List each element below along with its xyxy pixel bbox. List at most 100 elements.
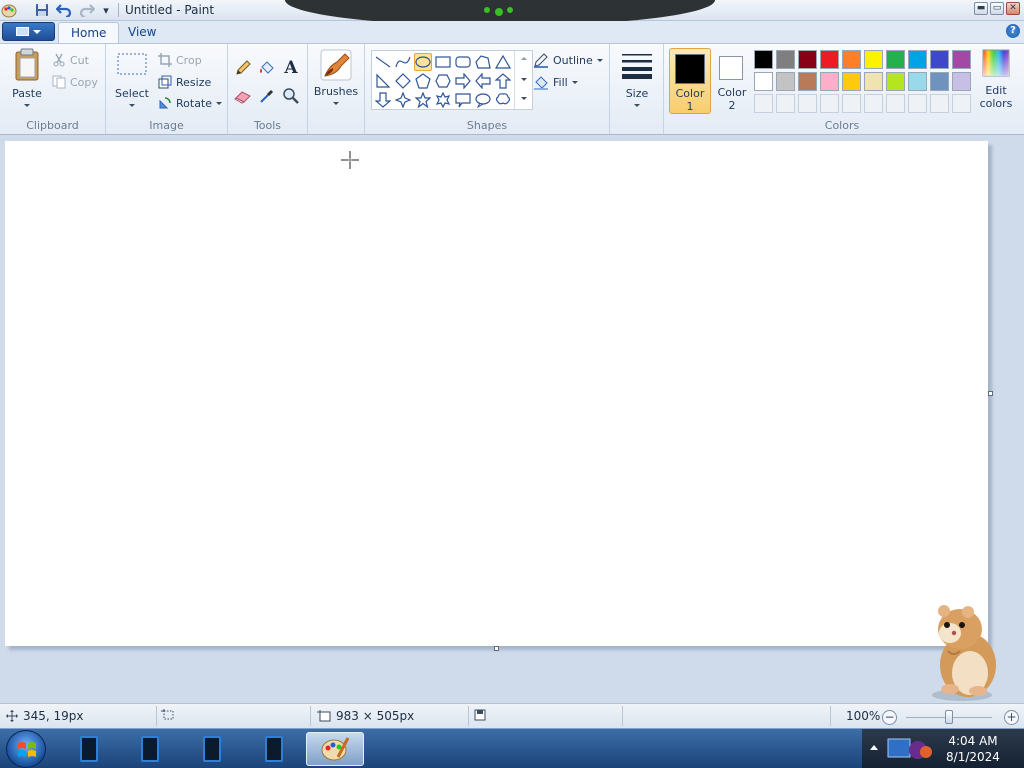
shape-rectangle[interactable] xyxy=(434,53,452,71)
color-swatch[interactable] xyxy=(952,72,971,91)
resize-handle-bottom[interactable] xyxy=(494,646,499,651)
custom-color-slot[interactable] xyxy=(930,94,949,113)
network-monitor-icon[interactable] xyxy=(886,735,936,763)
shape-six-point-star[interactable] xyxy=(434,91,452,109)
color-swatch[interactable] xyxy=(754,50,773,69)
shape-hexagon[interactable] xyxy=(434,72,452,90)
taskbar-device-app[interactable] xyxy=(121,732,179,766)
color-swatch[interactable] xyxy=(820,72,839,91)
select-button[interactable]: Select xyxy=(114,48,150,107)
shapes-scroll[interactable] xyxy=(514,51,532,109)
color-swatch[interactable] xyxy=(754,72,773,91)
taskbar-clock[interactable]: 4:04 AM 8/1/2024 xyxy=(938,733,1008,765)
tab-view[interactable]: View xyxy=(116,22,168,44)
custom-color-slot[interactable] xyxy=(798,94,817,113)
rotate-button[interactable]: Rotate xyxy=(158,94,223,112)
zoom-in-button[interactable]: + xyxy=(1004,710,1019,725)
color-swatch[interactable] xyxy=(952,50,971,69)
color-swatch[interactable] xyxy=(798,72,817,91)
tab-home[interactable]: Home xyxy=(58,22,120,44)
shape-right-arrow[interactable] xyxy=(454,72,472,90)
taskbar-device-app[interactable] xyxy=(245,732,303,766)
help-icon[interactable]: ? xyxy=(1006,24,1020,38)
undo-icon[interactable] xyxy=(55,2,73,18)
paste-button[interactable]: Paste xyxy=(10,48,44,107)
pencil-tool[interactable] xyxy=(233,58,253,78)
shape-oval-callout[interactable] xyxy=(474,91,492,109)
custom-color-slot[interactable] xyxy=(842,94,861,113)
shape-five-point-star[interactable] xyxy=(414,91,432,109)
zoom-out-button[interactable]: − xyxy=(882,710,897,725)
scroll-down-icon[interactable] xyxy=(521,78,527,81)
color-swatch[interactable] xyxy=(886,50,905,69)
resize-button[interactable]: Resize xyxy=(158,73,211,91)
color-swatch[interactable] xyxy=(864,72,883,91)
magnifier-tool[interactable] xyxy=(281,86,301,106)
shape-cloud-callout[interactable] xyxy=(494,91,512,109)
color-swatch[interactable] xyxy=(930,50,949,69)
resize-handle-right[interactable] xyxy=(988,391,993,396)
color2-button[interactable]: Color 2 xyxy=(712,48,752,114)
paint-app-icon[interactable] xyxy=(0,2,18,18)
shape-curve[interactable] xyxy=(394,53,412,71)
hamster-desktop-pet[interactable] xyxy=(920,603,1010,703)
close-button[interactable]: ✕ xyxy=(1006,2,1020,15)
color-swatch[interactable] xyxy=(864,50,883,69)
cut-button[interactable]: Cut xyxy=(52,51,89,69)
color-swatch[interactable] xyxy=(930,72,949,91)
save-icon[interactable] xyxy=(33,2,51,18)
shape-rect-callout[interactable] xyxy=(454,91,472,109)
brushes-button[interactable]: Brushes xyxy=(314,48,358,105)
shape-down-arrow[interactable] xyxy=(374,91,392,109)
eraser-tool[interactable] xyxy=(233,86,253,106)
shape-rounded-rectangle[interactable] xyxy=(454,53,472,71)
custom-color-slot[interactable] xyxy=(886,94,905,113)
drawing-canvas[interactable] xyxy=(5,141,988,646)
color-picker-tool[interactable] xyxy=(257,86,277,106)
taskbar-device-app[interactable] xyxy=(60,732,118,766)
copy-button[interactable]: Copy xyxy=(52,73,98,91)
color-swatch[interactable] xyxy=(908,72,927,91)
edit-colors-button[interactable]: Edit colors xyxy=(976,48,1016,110)
shape-triangle[interactable] xyxy=(494,53,512,71)
show-hidden-icons[interactable] xyxy=(870,745,878,750)
shape-right-triangle[interactable] xyxy=(374,72,392,90)
shape-polygon[interactable] xyxy=(474,53,492,71)
color-swatch[interactable] xyxy=(842,50,861,69)
start-button[interactable] xyxy=(6,730,46,768)
shape-diamond[interactable] xyxy=(394,72,412,90)
custom-color-slot[interactable] xyxy=(908,94,927,113)
taskbar-device-app[interactable] xyxy=(183,732,241,766)
canvas-workspace[interactable] xyxy=(0,135,1024,703)
color-swatch[interactable] xyxy=(908,50,927,69)
shape-oval[interactable] xyxy=(414,53,432,71)
custom-color-slot[interactable] xyxy=(952,94,971,113)
shape-four-point-star[interactable] xyxy=(394,91,412,109)
shape-left-arrow[interactable] xyxy=(474,72,492,90)
paint-menu-button[interactable] xyxy=(2,22,55,41)
fill-button[interactable]: Fill xyxy=(533,73,578,91)
color-swatch[interactable] xyxy=(798,50,817,69)
scroll-up-icon[interactable] xyxy=(521,57,527,60)
maximize-button[interactable]: ▭ xyxy=(990,2,1004,15)
outline-button[interactable]: Outline xyxy=(533,51,603,69)
color-swatch[interactable] xyxy=(776,50,795,69)
zoom-slider-thumb[interactable] xyxy=(945,710,953,724)
shape-pentagon[interactable] xyxy=(414,72,432,90)
custom-color-slot[interactable] xyxy=(820,94,839,113)
size-button[interactable]: Size xyxy=(618,48,656,107)
color-swatch[interactable] xyxy=(842,72,861,91)
color1-button[interactable]: Color 1 xyxy=(669,48,711,114)
shape-line[interactable] xyxy=(374,53,392,71)
shape-up-arrow[interactable] xyxy=(494,72,512,90)
custom-color-slot[interactable] xyxy=(776,94,795,113)
custom-color-slot[interactable] xyxy=(754,94,773,113)
minimize-button[interactable]: ▬ xyxy=(974,2,988,15)
color-swatch[interactable] xyxy=(776,72,795,91)
custom-color-slot[interactable] xyxy=(864,94,883,113)
color-swatch[interactable] xyxy=(820,50,839,69)
taskbar-paint-button[interactable] xyxy=(306,732,364,766)
crop-button[interactable]: Crop xyxy=(158,51,202,69)
color-swatch[interactable] xyxy=(886,72,905,91)
customize-qat-dropdown[interactable]: ▾ xyxy=(97,2,115,18)
